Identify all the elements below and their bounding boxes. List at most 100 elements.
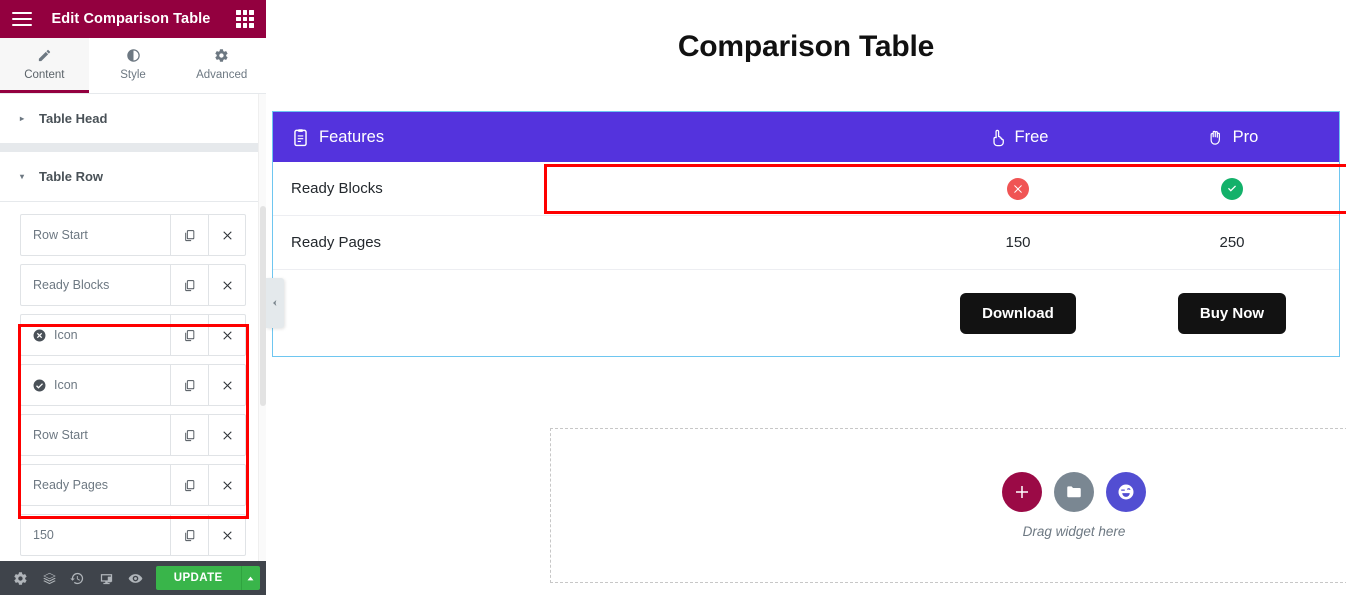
table-cell-free — [911, 178, 1125, 200]
tab-style[interactable]: Style — [89, 38, 178, 93]
repeater-list: Row Start Ready Blocks — [0, 202, 266, 556]
table-header-features: Features — [273, 128, 911, 147]
preview-eye-icon[interactable] — [121, 561, 150, 595]
duplicate-icon[interactable] — [171, 365, 208, 405]
duplicate-icon[interactable] — [171, 215, 208, 255]
circle-check-icon — [33, 379, 46, 392]
tab-content[interactable]: Content — [0, 38, 89, 93]
responsive-mode-icon[interactable] — [92, 561, 121, 595]
chevron-left-icon — [271, 299, 279, 307]
duplicate-icon[interactable] — [171, 465, 208, 505]
table-header-free: Free — [911, 128, 1125, 147]
grid-apps-icon[interactable] — [236, 10, 254, 28]
tab-advanced[interactable]: Advanced — [177, 38, 266, 93]
raised-hand-icon — [1206, 128, 1225, 147]
table-cell-free: 150 — [911, 234, 1125, 251]
repeater-item-label[interactable]: Row Start — [21, 415, 171, 455]
table-cell-feature: Ready Blocks — [273, 180, 911, 197]
update-options-caret-icon[interactable] — [241, 566, 260, 590]
list-item[interactable]: Icon — [20, 314, 246, 356]
panel-header: Edit Comparison Table — [0, 0, 266, 38]
close-x-icon[interactable] — [208, 215, 245, 255]
update-button-group: UPDATE — [156, 566, 260, 590]
table-cell-pro: 250 — [1125, 234, 1339, 251]
repeater-item-text: Icon — [54, 378, 78, 392]
duplicate-icon[interactable] — [171, 265, 208, 305]
duplicate-icon[interactable] — [171, 515, 208, 555]
panel-scrollbar[interactable] — [258, 94, 266, 561]
table-row[interactable]: Ready Pages 150 250 — [273, 216, 1339, 270]
list-item[interactable]: 150 — [20, 514, 246, 556]
update-button[interactable]: UPDATE — [156, 566, 241, 590]
close-x-icon[interactable] — [208, 265, 245, 305]
table-cta-pro: Buy Now — [1125, 293, 1339, 334]
panel-tabs: Content Style Advanced — [0, 38, 266, 94]
pencil-icon — [37, 48, 52, 63]
pointing-hand-icon — [988, 128, 1007, 147]
table-header-pro-label: Pro — [1233, 128, 1259, 147]
dropzone-label: Drag widget here — [1023, 524, 1126, 539]
repeater-item-label[interactable]: Ready Pages — [21, 465, 171, 505]
list-item[interactable]: Row Start — [20, 214, 246, 256]
close-x-icon[interactable] — [208, 465, 245, 505]
settings-gear-icon[interactable] — [6, 561, 35, 595]
caret-down-icon: ▾ — [20, 172, 29, 181]
navigator-layers-icon[interactable] — [35, 561, 64, 595]
repeater-item-label[interactable]: Row Start — [21, 215, 171, 255]
repeater-item-label-with-icon[interactable]: Icon — [21, 365, 171, 405]
section-table-head-label: Table Head — [39, 111, 107, 126]
section-divider — [0, 144, 266, 152]
folder-icon[interactable] — [1054, 472, 1094, 512]
elementor-editor: Edit Comparison Table Content Style — [0, 0, 1346, 595]
panel-collapse-handle[interactable] — [266, 278, 284, 328]
editor-canvas: Comparison Table Features Free — [266, 0, 1346, 595]
tab-content-label: Content — [24, 69, 64, 81]
table-cell-feature: Ready Pages — [273, 234, 911, 251]
table-cell-pro — [1125, 178, 1339, 200]
panel-footer: UPDATE — [0, 561, 266, 595]
plus-icon[interactable] — [1002, 472, 1042, 512]
badge-available-icon — [1221, 178, 1243, 200]
drag-widget-dropzone[interactable]: Drag widget here — [550, 428, 1346, 583]
table-header-row: Features Free Pro — [273, 112, 1339, 162]
comparison-table: Features Free Pro Ready Blocks — [272, 111, 1340, 357]
repeater-item-label-with-icon[interactable]: Icon — [21, 315, 171, 355]
gear-icon — [214, 48, 229, 63]
circle-x-icon — [33, 329, 46, 342]
history-clock-icon[interactable] — [64, 561, 93, 595]
duplicate-icon[interactable] — [171, 315, 208, 355]
list-item[interactable]: Row Start — [20, 414, 246, 456]
close-x-icon[interactable] — [208, 415, 245, 455]
repeater-item-label[interactable]: 150 — [21, 515, 171, 555]
buy-now-button[interactable]: Buy Now — [1178, 293, 1286, 334]
repeater-item-label[interactable]: Ready Blocks — [21, 265, 171, 305]
caret-right-icon: ▸ — [20, 114, 29, 123]
close-x-icon[interactable] — [208, 515, 245, 555]
panel-sections: ▸ Table Head ▾ Table Row Row Start — [0, 94, 266, 561]
table-header-free-label: Free — [1015, 128, 1049, 147]
close-x-icon[interactable] — [208, 315, 245, 355]
badge-unavailable-icon — [1007, 178, 1029, 200]
table-row[interactable]: Ready Blocks — [273, 162, 1339, 216]
download-button[interactable]: Download — [960, 293, 1076, 334]
table-header-features-label: Features — [319, 128, 384, 147]
list-item[interactable]: Icon — [20, 364, 246, 406]
clipboard-icon — [291, 128, 310, 147]
list-item[interactable]: Ready Pages — [20, 464, 246, 506]
happy-face-icon[interactable] — [1106, 472, 1146, 512]
list-item[interactable]: Ready Blocks — [20, 264, 246, 306]
panel-title: Edit Comparison Table — [26, 11, 236, 27]
tab-style-label: Style — [120, 69, 146, 81]
section-table-row-label: Table Row — [39, 169, 103, 184]
editor-panel: Edit Comparison Table Content Style — [0, 0, 266, 595]
dropzone-buttons — [1002, 472, 1146, 512]
section-table-row[interactable]: ▾ Table Row — [0, 152, 266, 202]
section-table-head[interactable]: ▸ Table Head — [0, 94, 266, 144]
close-x-icon[interactable] — [208, 365, 245, 405]
repeater-item-text: Icon — [54, 328, 78, 342]
duplicate-icon[interactable] — [171, 415, 208, 455]
page-title: Comparison Table — [266, 0, 1346, 82]
table-cta-free: Download — [911, 293, 1125, 334]
contrast-half-circle-icon — [126, 48, 141, 63]
table-cta-row: Download Buy Now — [273, 270, 1339, 356]
